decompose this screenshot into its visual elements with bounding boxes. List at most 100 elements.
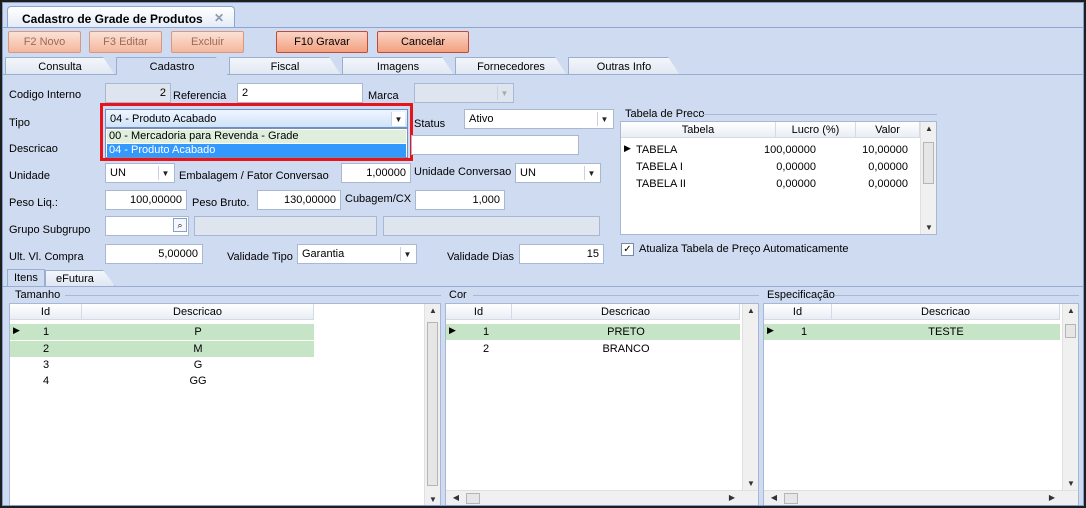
scrollbar[interactable]: ◀ ▶ — [764, 490, 1078, 505]
tab-efutura[interactable]: eFutura — [45, 270, 115, 286]
tab-fornecedores[interactable]: Fornecedores — [455, 57, 567, 75]
auto-update-checkbox[interactable]: ✓ — [621, 243, 634, 256]
table-row[interactable]: 2 M — [10, 341, 314, 357]
excluir-button[interactable]: Excluir — [171, 31, 244, 53]
scroll-up-icon[interactable]: ▲ — [1063, 306, 1079, 315]
tabela-preco-grid[interactable]: Tabela Lucro (%) Valor ▶ TABELA 100,0000… — [620, 121, 937, 235]
tab-cadastro[interactable]: Cadastro — [116, 57, 228, 75]
cor-grid[interactable]: Id Descricao ▶ 1 PRETO 2 BRANCO ▲ ▼ ◀ ▶ — [445, 303, 759, 505]
table-row[interactable]: ▶ TABELA 100,00000 10,00000 — [621, 142, 920, 158]
scroll-up-icon[interactable]: ▲ — [743, 306, 759, 315]
peso-bruto-field[interactable]: 130,00000 — [257, 190, 341, 210]
cell: P — [194, 326, 202, 338]
peso-liq-field[interactable]: 100,00000 — [105, 190, 187, 210]
scroll-right-icon[interactable]: ▶ — [1044, 493, 1060, 502]
scrollbar[interactable]: ▲ ▼ — [1062, 304, 1078, 490]
scroll-thumb[interactable] — [923, 142, 934, 184]
column-header[interactable]: Tabela — [621, 122, 776, 138]
table-row[interactable]: 3 G — [10, 357, 314, 373]
scroll-thumb[interactable] — [784, 493, 798, 504]
scroll-down-icon[interactable]: ▼ — [425, 495, 441, 504]
table-row[interactable]: 2 BRANCO — [446, 341, 740, 357]
scrollbar[interactable]: ▲ ▼ — [424, 304, 441, 505]
scroll-down-icon[interactable]: ▼ — [1063, 479, 1079, 488]
tab-consulta[interactable]: Consulta — [5, 57, 115, 75]
tamanho-grid[interactable]: Id Descricao ▶ 1 P 2 M 3 G 4 GG ▲ ▼ — [9, 303, 441, 505]
scroll-thumb[interactable] — [1065, 324, 1076, 338]
scrollbar[interactable]: ▲ ▼ — [920, 122, 936, 234]
cell: PRETO — [607, 326, 645, 338]
cell: 1 — [42, 326, 50, 338]
tipo-label: Tipo — [9, 117, 30, 129]
scroll-thumb[interactable] — [427, 322, 438, 486]
chevron-down-icon: ▼ — [597, 112, 611, 126]
codigo-interno-field: 2 — [105, 83, 171, 103]
scroll-up-icon[interactable]: ▲ — [425, 306, 441, 315]
descricao-field[interactable] — [411, 135, 579, 155]
row-pointer-icon: ▶ — [624, 143, 631, 153]
cell: M — [193, 343, 203, 355]
table-row[interactable]: ▶ 1 PRETO — [446, 324, 740, 340]
close-icon[interactable]: ✕ — [214, 11, 224, 25]
table-row[interactable]: 4 GG — [10, 373, 314, 389]
tipo-option[interactable]: 00 - Mercadoria para Revenda - Grade — [107, 130, 406, 143]
column-header[interactable]: Id — [10, 304, 82, 320]
scroll-left-icon[interactable]: ◀ — [766, 493, 782, 502]
validade-dias-field[interactable]: 15 — [519, 244, 604, 264]
column-header[interactable]: Id — [764, 304, 832, 320]
ult-vl-compra-label: Ult. Vl. Compra — [9, 251, 84, 263]
especificacao-grid[interactable]: Id Descricao ▶ 1 TESTE ▲ ▼ ◀ ▶ — [763, 303, 1079, 505]
tipo-option-selected[interactable]: 04 - Produto Acabado — [107, 144, 406, 157]
unidade-conversao-select[interactable]: UN ▼ — [515, 163, 601, 183]
validade-tipo-select[interactable]: Garantia ▼ — [297, 244, 417, 264]
scroll-left-icon[interactable]: ◀ — [448, 493, 464, 502]
referencia-field[interactable]: 2 — [237, 83, 363, 103]
column-header[interactable]: Lucro (%) — [776, 122, 856, 138]
scroll-right-icon[interactable]: ▶ — [724, 493, 740, 502]
embalagem-label: Embalagem / Fator Conversao — [179, 170, 329, 182]
validade-dias-label: Validade Dias — [447, 251, 515, 263]
column-header[interactable]: Descricao — [832, 304, 1060, 320]
embalagem-field[interactable]: 1,00000 — [341, 163, 411, 183]
cell: 10,00000 — [862, 144, 908, 156]
editar-button[interactable]: F3 Editar — [89, 31, 162, 53]
column-header[interactable]: Id — [446, 304, 512, 320]
status-select[interactable]: Ativo ▼ — [464, 109, 614, 129]
document-tab[interactable]: Cadastro de Grade de Produtos ✕ — [7, 6, 235, 28]
tipo-select[interactable]: 04 - Produto Acabado ▼ — [105, 109, 408, 128]
table-row[interactable]: ▶ 1 P — [10, 324, 314, 340]
cell: TABELA I — [636, 161, 683, 173]
tab-itens[interactable]: Itens — [7, 269, 45, 286]
novo-button[interactable]: F2 Novo — [8, 31, 81, 53]
gravar-button[interactable]: F10 Gravar — [276, 31, 368, 53]
tab-fiscal[interactable]: Fiscal — [229, 57, 341, 75]
marca-select[interactable]: ▼ — [414, 83, 514, 103]
tab-imagens[interactable]: Imagens — [342, 57, 454, 75]
column-header[interactable]: Valor — [856, 122, 920, 138]
table-row[interactable]: ▶ 1 TESTE — [764, 324, 1060, 340]
scroll-down-icon[interactable]: ▼ — [743, 479, 759, 488]
scroll-up-icon[interactable]: ▲ — [921, 124, 937, 133]
scroll-down-icon[interactable]: ▼ — [921, 223, 937, 232]
ult-vl-compra-field[interactable]: 5,00000 — [105, 244, 203, 264]
unidade-select[interactable]: UN ▼ — [105, 163, 175, 183]
cell: GG — [189, 375, 207, 387]
cancelar-button[interactable]: Cancelar — [377, 31, 469, 53]
tamanho-title: Tamanho — [15, 289, 61, 301]
scrollbar[interactable]: ◀ ▶ — [446, 490, 758, 505]
table-row[interactable]: TABELA I 0,00000 0,00000 — [621, 159, 920, 175]
tab-outras-info[interactable]: Outras Info — [568, 57, 680, 75]
scrollbar[interactable]: ▲ ▼ — [742, 304, 758, 490]
cubagem-field[interactable]: 1,000 — [415, 190, 505, 210]
divider — [703, 114, 937, 115]
column-header[interactable]: Descricao — [82, 304, 314, 320]
scroll-thumb[interactable] — [466, 493, 480, 504]
table-row[interactable]: TABELA II 0,00000 0,00000 — [621, 176, 920, 192]
cell: 100,00000 — [764, 144, 816, 156]
column-header[interactable]: Descricao — [512, 304, 740, 320]
tabela-preco-title: Tabela de Preco — [625, 108, 705, 120]
search-icon[interactable]: ⌕ — [173, 218, 187, 232]
unidade-label: Unidade — [9, 170, 50, 182]
peso-bruto-label: Peso Bruto. — [192, 197, 250, 209]
cell: TABELA — [636, 144, 678, 156]
